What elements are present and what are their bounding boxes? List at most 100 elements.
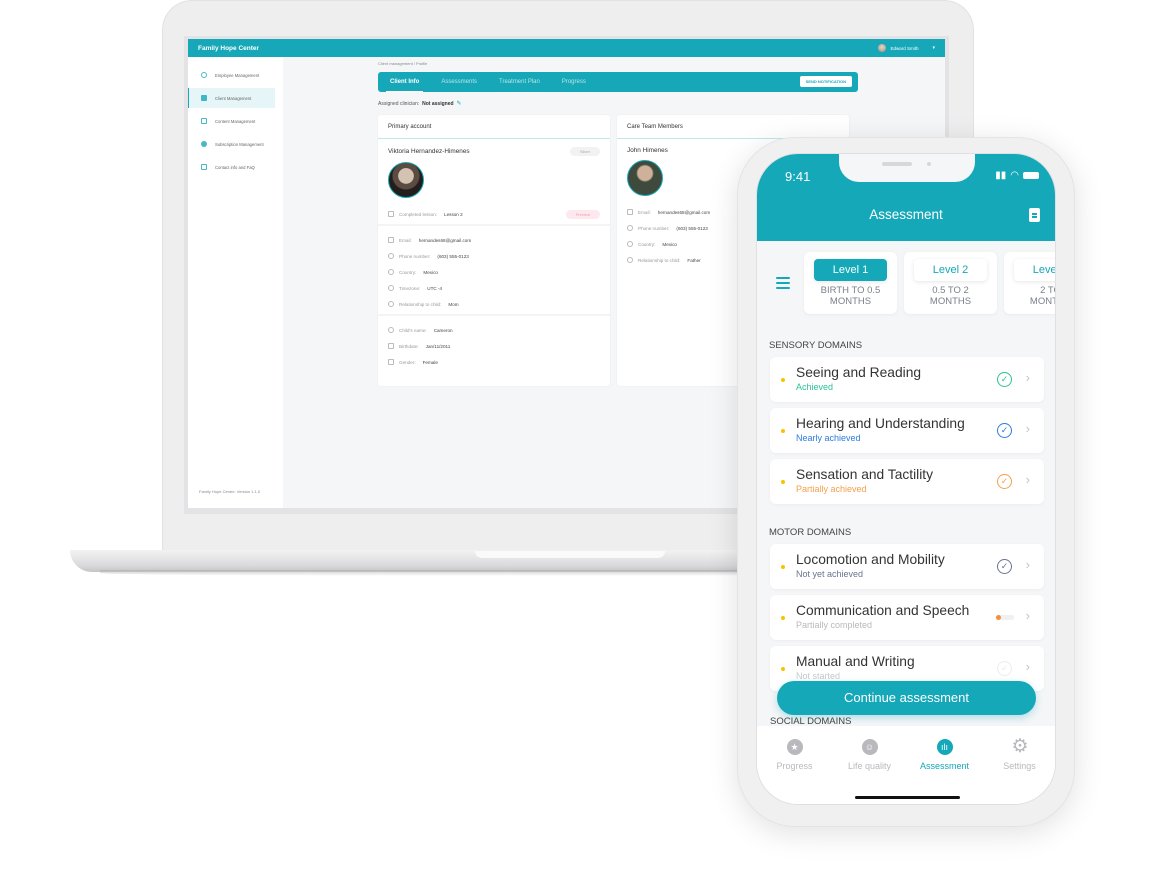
- level-card-1[interactable]: Level 1 BIRTH TO 0.5 MONTHS: [804, 252, 897, 314]
- field-label: Child's name:: [399, 327, 427, 333]
- domain-title: Seeing and Reading: [796, 365, 922, 380]
- domain-title: Communication and Speech: [796, 603, 970, 618]
- member-name: John Himenes: [627, 147, 668, 154]
- tab-label: Settings: [1003, 761, 1036, 771]
- client-name: Viktoria Hernandez-Himenes: [388, 148, 470, 155]
- check-circle-icon: ✓: [997, 372, 1012, 387]
- menu-icon[interactable]: [776, 277, 790, 292]
- field-label: Email:: [399, 237, 412, 243]
- user-avatar: [878, 44, 887, 52]
- sidebar-item-subscription-management[interactable]: Subscription Management: [188, 134, 283, 154]
- laptop-notch: [475, 551, 665, 558]
- tab-progress[interactable]: Progress: [562, 79, 586, 85]
- sidebar: Employee Management Client Management Co…: [188, 57, 283, 508]
- chart-icon: ılı: [936, 739, 953, 755]
- mail-icon: [388, 211, 394, 217]
- tab-progress[interactable]: ★ Progress: [765, 739, 825, 804]
- contact-icon: [201, 164, 207, 170]
- top-bar: Family Hope Center Edward Smith ▾: [188, 39, 945, 57]
- bottom-tab-bar: ★ Progress ☺ Life quality ılı Assessment ⚙ S…: [757, 726, 1055, 804]
- assigned-value: Not assigned: [422, 100, 454, 107]
- field-value: Jan/11/2011: [425, 343, 451, 349]
- section-title-sensory: SENSORY DOMAINS: [769, 340, 863, 351]
- sidebar-item-client-management[interactable]: Client Management: [188, 88, 275, 108]
- client-icon: [201, 95, 207, 101]
- field-value: Mexico: [662, 241, 677, 247]
- level-card-2[interactable]: Level 2 0.5 TO 2 MONTHS: [904, 252, 997, 314]
- domain-item[interactable]: Communication and Speech Partially comple…: [770, 595, 1044, 640]
- sidebar-item-content-management[interactable]: Content Management: [188, 111, 283, 131]
- sidebar-item-employee-management[interactable]: Employee Management: [188, 65, 283, 85]
- chevron-right-icon: ›: [1025, 557, 1030, 572]
- battery-icon: [1023, 172, 1039, 179]
- level-range-unit: MONTHS: [829, 296, 872, 307]
- preview-button[interactable]: Preview: [565, 209, 600, 219]
- field-label: Gender:: [399, 359, 416, 365]
- domain-status: Partially achieved: [796, 484, 867, 494]
- divider: [378, 314, 610, 316]
- bullet-dot: [781, 565, 785, 569]
- breadcrumb[interactable]: Client management / Profile: [378, 61, 858, 66]
- heart-icon: [627, 257, 633, 263]
- chevron-right-icon: ›: [1025, 370, 1030, 385]
- tab-label: Assessment: [919, 761, 970, 771]
- edit-pencil-icon[interactable]: ✎: [457, 100, 462, 107]
- tier-badge: Silver: [569, 147, 600, 156]
- domain-title: Manual and Writing: [796, 654, 915, 669]
- screen-title: Assessment: [869, 207, 943, 222]
- tab-treatment-plan[interactable]: Treatment Plan: [499, 79, 540, 85]
- level-button: Level 2: [914, 259, 987, 281]
- gender-icon: [388, 359, 394, 365]
- chevron-right-icon: ›: [1025, 608, 1030, 623]
- field-label: Birthdate:: [399, 343, 419, 349]
- sidebar-item-label: Subscription Management: [215, 141, 264, 147]
- level-card-3[interactable]: Level 3 2 TO MONTHS: [1004, 252, 1055, 314]
- domain-title: Sensation and Tactility: [796, 467, 934, 482]
- domain-item[interactable]: Seeing and Reading Achieved ✓ ›: [770, 357, 1044, 402]
- home-indicator: [855, 796, 960, 799]
- sidebar-item-label: Employee Management: [215, 72, 260, 78]
- tab-settings[interactable]: ⚙ Settings: [990, 737, 1050, 804]
- wifi-icon: ◠: [1010, 170, 1019, 181]
- continue-assessment-button[interactable]: Continue assessment: [777, 681, 1036, 715]
- level-range: 0.5 TO 2: [932, 285, 969, 296]
- domain-status: Not yet achieved: [796, 569, 864, 579]
- field-value: hernandes68@gmail.com: [418, 237, 472, 243]
- field-label: Relationship to child:: [638, 257, 681, 263]
- phone-header: 9:41 ▮▮ ◠ Assessment: [757, 154, 1055, 241]
- tab-bar: Client Info Assessments Treatment Plan P…: [378, 72, 858, 92]
- status-time: 9:41: [785, 169, 811, 184]
- clipboard-icon[interactable]: [1029, 208, 1040, 222]
- smiley-icon: ☺: [861, 739, 878, 755]
- sidebar-item-contact-faq[interactable]: Contact info and FaQ: [188, 157, 283, 177]
- sidebar-item-label: Content Management: [215, 118, 256, 124]
- caret-down-icon: ▾: [932, 45, 935, 51]
- domain-item[interactable]: Sensation and Tactility Partially achieve…: [770, 459, 1044, 504]
- tab-assessments[interactable]: Assessments: [441, 79, 477, 85]
- chevron-right-icon: ›: [1025, 659, 1030, 674]
- chevron-right-icon: ›: [1025, 472, 1030, 487]
- field-label: Phone number:: [399, 253, 431, 259]
- tab-client-info[interactable]: Client Info: [385, 79, 424, 92]
- version-text: Family Hope Centre. Version 1.1.0: [199, 489, 261, 494]
- assigned-label: Assigned clinician:: [378, 100, 420, 107]
- card-header: Primary account: [378, 115, 610, 139]
- domain-item[interactable]: Locomotion and Mobility Not yet achieved ✓…: [770, 544, 1044, 589]
- primary-account-card: Primary account Viktoria Hernandez-Himen…: [378, 115, 610, 386]
- field-label: Phone number:: [638, 225, 670, 231]
- gear-icon: [201, 141, 207, 147]
- card-header: Care Team Members: [617, 115, 849, 139]
- domain-title: Hearing and Understanding: [796, 416, 965, 431]
- send-notification-button[interactable]: SEND NOTIFICATION: [799, 76, 852, 87]
- user-menu[interactable]: Edward Smith ▾: [878, 44, 935, 52]
- check-circle-icon: ✓: [997, 559, 1012, 574]
- member-photo: [627, 160, 663, 196]
- field-value: (603) 555-0123: [437, 253, 469, 259]
- domain-item[interactable]: Hearing and Understanding Nearly achieved…: [770, 408, 1044, 453]
- level-button: Level 3: [1014, 259, 1055, 281]
- heart-icon: [388, 301, 394, 307]
- level-range: BIRTH TO 0.5: [820, 285, 881, 296]
- star-icon: ★: [786, 739, 803, 755]
- field-label: Completed lesson:: [399, 211, 438, 217]
- field-value: (603) 555-0123: [676, 225, 708, 231]
